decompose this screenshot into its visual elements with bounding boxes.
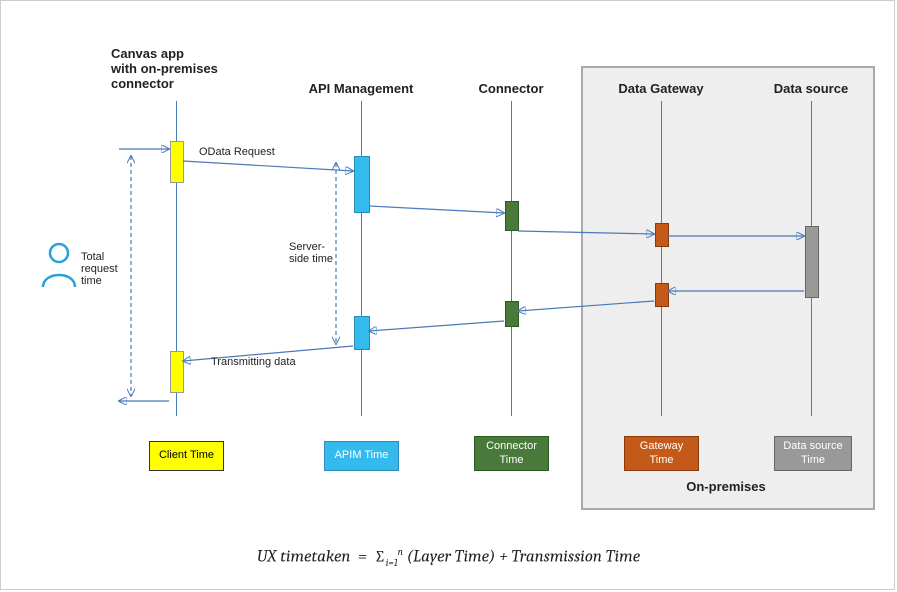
- formula: UX timetaken = ∑i=1n (Layer Time) + Tran…: [1, 546, 896, 569]
- legend-apim-time: APIM Time: [324, 441, 399, 471]
- label-total-request-time: Total request time: [81, 251, 118, 287]
- diagram-frame: On-premises Canvas app with on-premises …: [0, 0, 895, 590]
- formula-sigma: ∑: [374, 548, 385, 566]
- legend-datasource-time: Data source Time: [774, 436, 852, 471]
- label-server-side-time: Server- side time: [289, 241, 333, 265]
- label-odata-request: OData Request: [199, 146, 275, 158]
- formula-sum-upper: n: [398, 546, 403, 558]
- formula-term2: Transmission Time: [512, 548, 641, 567]
- label-transmitting-data: Transmitting data: [211, 356, 296, 368]
- arrows-overlay: [1, 1, 896, 591]
- formula-eq: =: [358, 548, 367, 567]
- formula-sum-lower: i=1: [386, 557, 398, 569]
- legend-client-time: Client Time: [149, 441, 224, 471]
- formula-term1: (Layer Time): [407, 548, 496, 567]
- legend-gateway-time: Gateway Time: [624, 436, 699, 471]
- formula-plus: +: [499, 548, 508, 567]
- legend-connector-time: Connector Time: [474, 436, 549, 471]
- formula-lhs: UX timetaken: [257, 548, 351, 567]
